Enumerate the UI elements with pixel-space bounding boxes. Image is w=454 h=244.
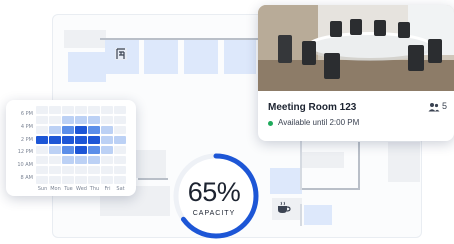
office-building-icon	[113, 46, 129, 62]
heatmap-cell	[101, 126, 113, 134]
heatmap-cell	[88, 176, 100, 184]
heatmap-y-label: 4 PM	[20, 123, 33, 130]
heatmap-cell	[101, 176, 113, 184]
heatmap-cell	[114, 126, 126, 134]
people-icon	[428, 103, 440, 112]
heatmap-cell	[114, 156, 126, 164]
heatmap-x-label: Tue	[64, 186, 73, 192]
heatmap-cell	[101, 146, 113, 154]
heatmap-y-label: 12 PM	[17, 149, 33, 156]
heatmap-cell	[49, 146, 61, 154]
heatmap-cell	[36, 106, 48, 114]
heatmap-x-label: Sun	[37, 186, 48, 192]
heatmap-cell	[36, 146, 48, 154]
room[interactable]	[224, 40, 256, 74]
heatmap-cell	[114, 106, 126, 114]
wall	[300, 188, 360, 190]
room[interactable]	[270, 168, 302, 194]
heatmap-x-label: Thu	[89, 186, 100, 192]
occupancy-heatmap-card: 6 PM 4 PM 2 PM 12 PM 10 AM 8 AM Sun Mon Tue Wed T…	[6, 100, 136, 196]
heatmap-cell	[75, 156, 87, 164]
heatmap-cell	[75, 126, 87, 134]
heatmap-cell	[36, 116, 48, 124]
wall	[358, 142, 360, 188]
wall	[100, 38, 258, 40]
heatmap-y-label: 8 AM	[20, 175, 33, 181]
room[interactable]	[184, 40, 218, 74]
heatmap-cell	[36, 136, 48, 144]
heatmap-x-label: Wed	[76, 186, 87, 192]
heatmap-cell	[101, 106, 113, 114]
heatmap-cell	[114, 166, 126, 174]
meeting-room-photo	[258, 5, 454, 91]
capacity-label: CAPACITY	[192, 210, 236, 217]
heatmap-cell	[49, 116, 61, 124]
meeting-room-title: Meeting Room 123	[268, 102, 357, 113]
availability-status-dot	[268, 121, 273, 126]
heatmap-cell	[88, 116, 100, 124]
heatmap-y-label: 10 AM	[17, 162, 33, 169]
heatmap-cell	[101, 156, 113, 164]
room[interactable]	[68, 52, 106, 82]
heatmap-y-label: 2 PM	[20, 136, 33, 143]
heatmap-cell	[49, 126, 61, 134]
heatmap-cell	[75, 116, 87, 124]
heatmap-cell	[62, 126, 74, 134]
heatmap-cell	[75, 106, 87, 114]
heatmap-cell	[49, 136, 61, 144]
heatmap-cell	[101, 116, 113, 124]
capacity-percentage: 65%	[187, 177, 241, 207]
heatmap-cell	[114, 146, 126, 154]
coffee-cup-icon	[276, 200, 292, 214]
heatmap-cell	[75, 136, 87, 144]
heatmap-cell	[62, 176, 74, 184]
heatmap-cell	[36, 156, 48, 164]
heatmap-cell	[62, 156, 74, 164]
heatmap-cell	[62, 166, 74, 174]
room[interactable]	[388, 142, 420, 182]
heatmap-cell	[88, 106, 100, 114]
heatmap-cell	[49, 156, 61, 164]
room-capacity-count: 5	[442, 101, 448, 111]
heatmap-cell	[49, 166, 61, 174]
room[interactable]	[300, 152, 344, 168]
heatmap-cell	[114, 136, 126, 144]
heatmap-cell	[88, 166, 100, 174]
heatmap-cell	[114, 176, 126, 184]
meeting-room-card[interactable]: Meeting Room 123 Available until 2:00 PM…	[258, 5, 454, 141]
heatmap-cell	[62, 106, 74, 114]
heatmap-cell	[62, 136, 74, 144]
heatmap-x-label: Mon	[50, 186, 61, 192]
heatmap-cell	[75, 146, 87, 154]
heatmap-cell	[36, 166, 48, 174]
heatmap-cell	[36, 176, 48, 184]
heatmap-cell	[62, 116, 74, 124]
heatmap-cell	[88, 136, 100, 144]
heatmap-x-label: Sat	[116, 186, 125, 192]
heatmap-cell	[101, 136, 113, 144]
heatmap-cell	[88, 156, 100, 164]
heatmap-x-label: Fri	[104, 186, 111, 192]
heatmap-y-label: 6 PM	[20, 111, 33, 117]
heatmap-cell	[101, 166, 113, 174]
heatmap-cell	[36, 126, 48, 134]
room[interactable]	[304, 205, 332, 225]
wall	[300, 204, 302, 226]
heatmap-cell	[88, 126, 100, 134]
room[interactable]	[144, 40, 178, 74]
heatmap-cell	[49, 176, 61, 184]
availability-text: Available until 2:00 PM	[278, 118, 360, 127]
heatmap-cell	[114, 116, 126, 124]
heatmap-cell	[75, 166, 87, 174]
heatmap-cell	[62, 146, 74, 154]
heatmap-cell	[49, 106, 61, 114]
heatmap-cell	[88, 146, 100, 154]
wall	[300, 140, 302, 190]
wall	[138, 178, 168, 180]
heatmap-cell	[75, 176, 87, 184]
